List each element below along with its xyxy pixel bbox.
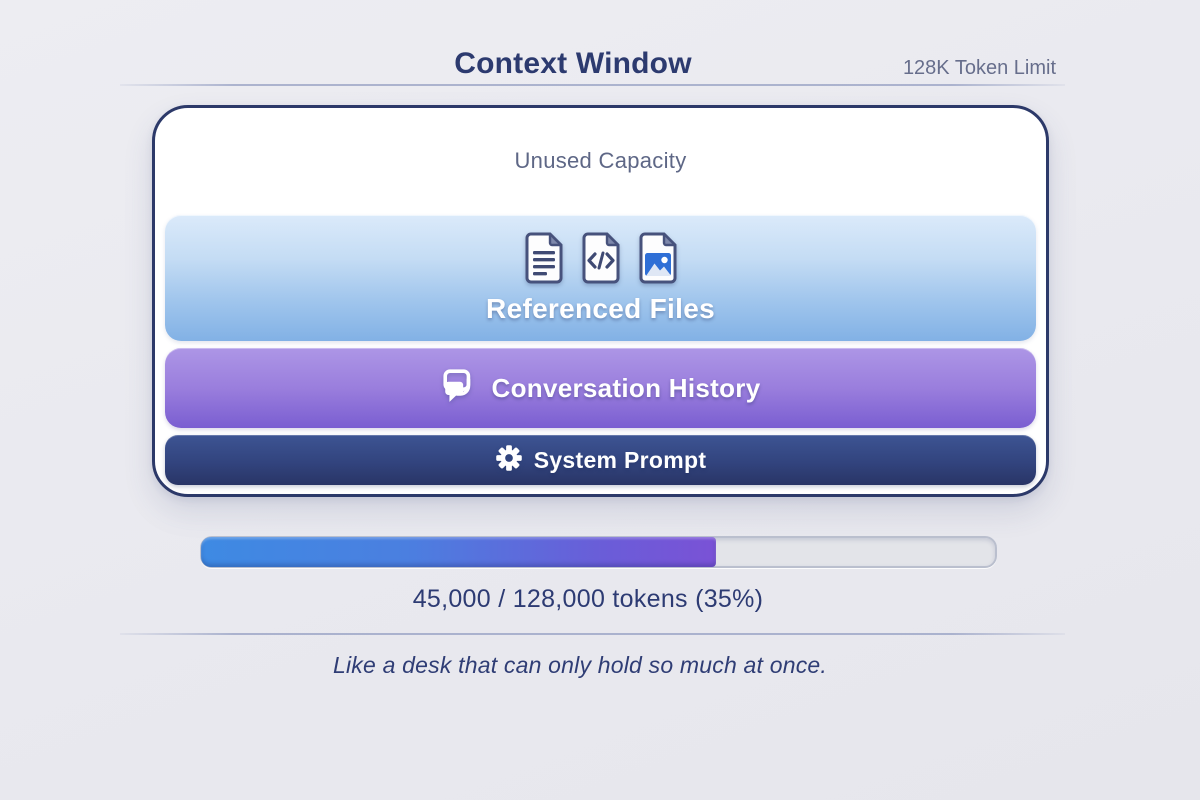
chat-bubbles-icon [441,368,479,409]
header-divider [120,84,1065,86]
layer-system-prompt: System Prompt [165,435,1036,485]
token-usage-bar [200,536,997,568]
progress-fill [201,537,716,567]
context-layers: Referenced Files Conversation History [165,215,1036,485]
referenced-files-label: Referenced Files [486,293,715,325]
conversation-history-label: Conversation History [492,373,761,404]
system-prompt-label: System Prompt [534,447,707,474]
context-window-box: Unused Capacity [152,105,1049,497]
token-usage-label: 45,000 / 128,000 tokens (35%) [0,585,1176,614]
context-window-infographic: Context Window 128K Token Limit Unused C… [0,0,1200,800]
unused-capacity-label: Unused Capacity [155,148,1046,174]
code-file-icon [581,232,621,289]
image-file-icon [638,232,678,289]
token-limit-label: 128K Token Limit [903,57,1056,80]
layer-referenced-files: Referenced Files [165,215,1036,341]
layer-conversation-history: Conversation History [165,348,1036,428]
document-file-icon [524,232,564,289]
footer-divider [120,633,1065,635]
analogy-caption: Like a desk that can only hold so much a… [0,652,1160,679]
file-icons-row [524,232,678,289]
gear-icon [495,444,523,477]
